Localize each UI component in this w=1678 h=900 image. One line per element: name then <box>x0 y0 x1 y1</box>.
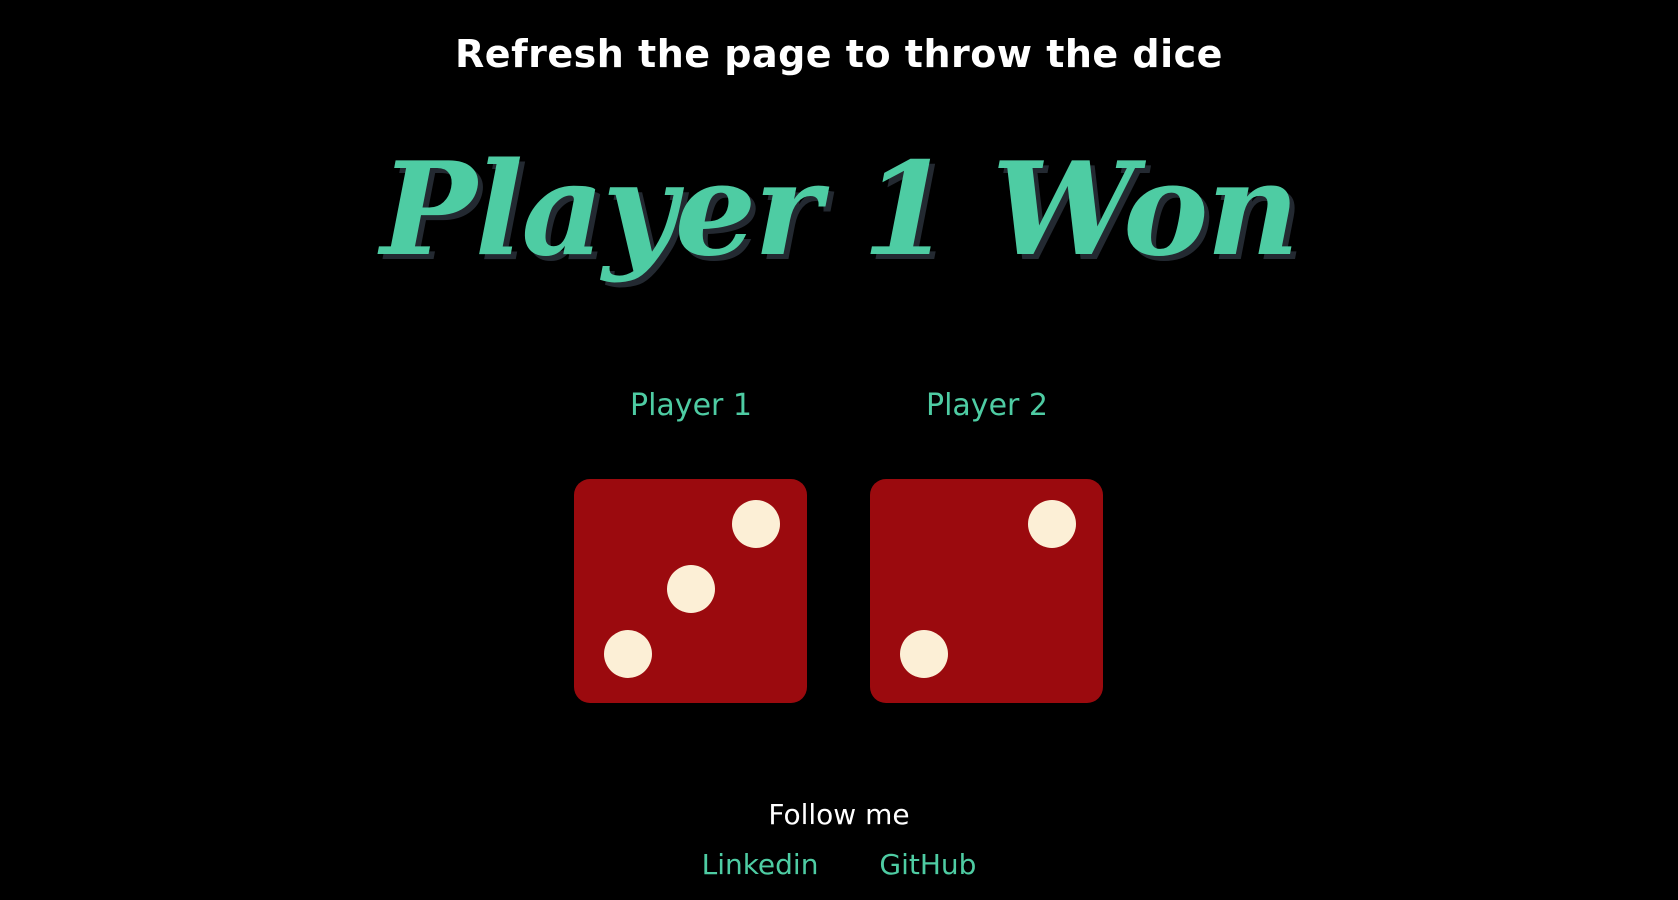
github-link[interactable]: GitHub <box>879 848 976 881</box>
linkedin-link[interactable]: Linkedin <box>702 848 819 881</box>
result-title: Player 1 Won <box>380 135 1300 285</box>
die-pip <box>666 564 715 613</box>
dice-three-icon <box>574 479 807 703</box>
player-1-label: Player 1 <box>630 388 752 423</box>
die-pip <box>603 629 652 678</box>
die-pip <box>731 499 780 548</box>
instruction-text: Refresh the page to throw the dice <box>455 32 1223 76</box>
dice-two-icon <box>870 479 1103 703</box>
social-links: Linkedin GitHub <box>0 848 1678 881</box>
die-pip <box>1027 499 1076 548</box>
die-pip <box>899 629 948 678</box>
player-2-label: Player 2 <box>926 388 1048 423</box>
follow-me-heading: Follow me <box>768 798 910 831</box>
